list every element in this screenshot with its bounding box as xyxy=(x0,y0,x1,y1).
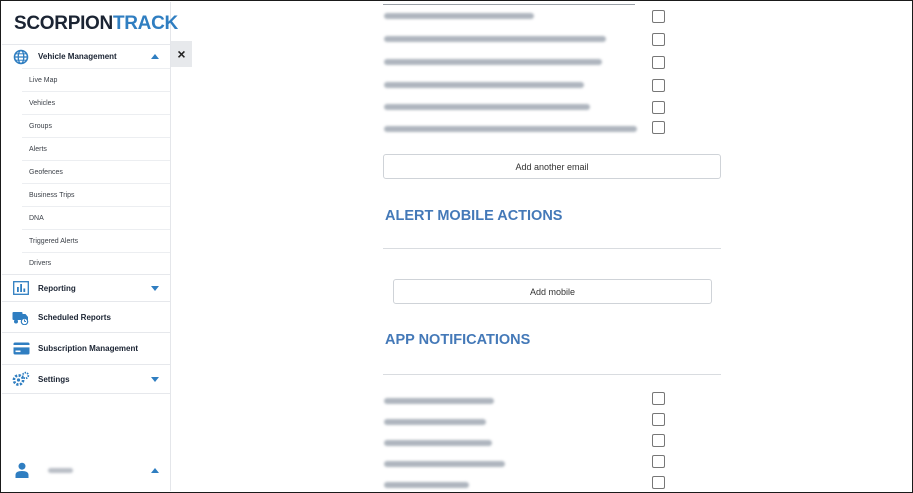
app-notifications-heading: APP NOTIFICATIONS xyxy=(385,332,531,348)
nav-scheduled-reports[interactable]: Scheduled Reports xyxy=(2,301,170,332)
email-checkbox[interactable] xyxy=(652,121,665,134)
chevron-up-icon[interactable] xyxy=(151,54,159,59)
add-mobile-label: Add mobile xyxy=(529,286,576,297)
nav-business-trips-label: Business Trips xyxy=(29,191,75,199)
nav-alerts-label: Alerts xyxy=(29,145,47,153)
notification-checkbox[interactable] xyxy=(652,455,665,468)
nav-subscription-management[interactable]: Subscription Management xyxy=(2,332,170,364)
nav-vehicle-management-label: Vehicle Management xyxy=(38,52,117,61)
nav-business-trips[interactable]: Business Trips xyxy=(22,183,170,206)
nav-live-map-label: Live Map xyxy=(29,76,58,84)
notification-checkbox[interactable] xyxy=(652,476,665,489)
bar-chart-icon xyxy=(12,279,30,297)
nav-triggered-alerts-label: Triggered Alerts xyxy=(29,237,79,245)
email-redacted xyxy=(384,104,590,110)
nav-subscription-management-label: Subscription Management xyxy=(38,344,139,353)
truck-clock-icon xyxy=(12,308,30,326)
user-menu[interactable] xyxy=(2,450,170,490)
nav-dna-label: DNA xyxy=(29,214,44,222)
chevron-up-icon[interactable] xyxy=(151,467,159,473)
credit-card-icon xyxy=(12,340,30,358)
email-checkbox[interactable] xyxy=(652,101,665,114)
user-name-redacted xyxy=(384,461,505,467)
nav-dna[interactable]: DNA xyxy=(22,206,170,229)
email-redacted xyxy=(384,13,534,19)
nav-scheduled-reports-label: Scheduled Reports xyxy=(38,312,111,322)
email-redacted xyxy=(384,126,637,132)
nav-triggered-alerts[interactable]: Triggered Alerts xyxy=(22,229,170,252)
email-list-top-border xyxy=(383,4,635,5)
user-icon xyxy=(15,462,29,478)
nav-settings-label: Settings xyxy=(38,374,70,384)
brand-logo-part2: TRACK xyxy=(112,13,178,34)
email-checkbox[interactable] xyxy=(652,33,665,46)
nav-reporting-label: Reporting xyxy=(38,283,76,293)
brand-logo[interactable]: SCORPIONTRACK xyxy=(14,13,178,35)
nav-drivers[interactable]: Drivers xyxy=(22,252,170,274)
nav-groups-label: Groups xyxy=(29,122,52,130)
email-redacted xyxy=(384,82,584,88)
chevron-down-icon[interactable] xyxy=(151,285,159,291)
nav-alerts[interactable]: Alerts xyxy=(22,137,170,160)
nav-vehicle-management[interactable]: Vehicle Management xyxy=(2,44,170,68)
nav-live-map[interactable]: Live Map xyxy=(22,68,170,91)
nav-settings[interactable]: Settings xyxy=(2,364,170,394)
close-icon: × xyxy=(177,46,186,62)
nav-geofences-label: Geofences xyxy=(29,168,63,176)
notification-checkbox[interactable] xyxy=(652,434,665,447)
user-name-redacted xyxy=(384,440,492,446)
chevron-down-icon[interactable] xyxy=(151,376,159,382)
section-divider xyxy=(383,374,721,375)
user-name-redacted xyxy=(48,467,73,473)
notification-checkbox[interactable] xyxy=(652,392,665,405)
nav-geofences[interactable]: Geofences xyxy=(22,160,170,183)
globe-icon xyxy=(12,48,30,66)
add-another-email-button[interactable]: Add another email xyxy=(383,154,721,179)
user-name-redacted xyxy=(384,419,486,425)
nav-groups[interactable]: Groups xyxy=(22,114,170,137)
brand-logo-part1: SCORPION xyxy=(14,13,113,34)
add-another-email-label: Add another email xyxy=(515,161,589,172)
nav-vehicles-label: Vehicles xyxy=(29,99,56,107)
notification-checkbox[interactable] xyxy=(652,413,665,426)
nav-reporting[interactable]: Reporting xyxy=(2,274,170,301)
sidebar: SCORPIONTRACK Vehicle Management Live Ma… xyxy=(2,2,178,491)
close-sidebar-button[interactable]: × xyxy=(171,41,192,67)
email-redacted xyxy=(384,36,606,42)
add-mobile-button[interactable]: Add mobile xyxy=(393,279,712,304)
user-name-redacted xyxy=(384,482,469,488)
nav-drivers-label: Drivers xyxy=(29,260,52,267)
email-checkbox[interactable] xyxy=(652,56,665,69)
email-checkbox[interactable] xyxy=(652,79,665,92)
nav-vehicles[interactable]: Vehicles xyxy=(22,91,170,114)
user-name-redacted xyxy=(384,398,494,404)
email-checkbox[interactable] xyxy=(652,10,665,23)
gears-icon xyxy=(12,370,30,388)
alert-mobile-actions-heading: ALERT MOBILE ACTIONS xyxy=(385,208,563,224)
email-redacted xyxy=(384,59,602,65)
section-divider xyxy=(383,248,721,249)
